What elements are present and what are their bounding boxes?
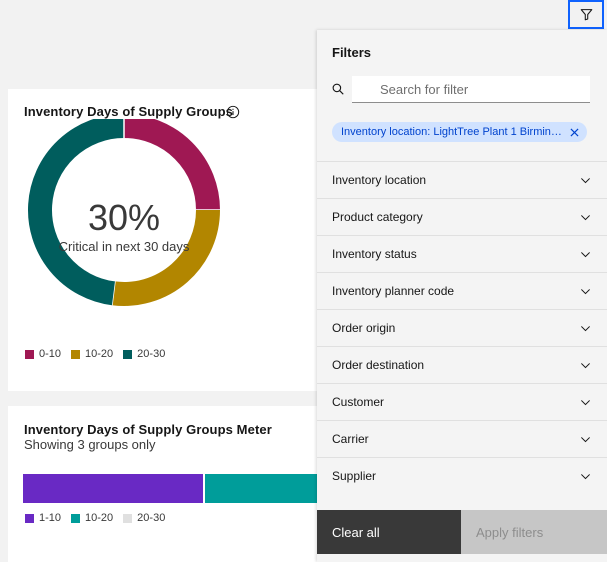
meter-segment [23, 474, 203, 503]
filter-category-label: Inventory status [332, 247, 417, 261]
filter-category-label: Product category [332, 210, 423, 224]
filter-category-label: Order destination [332, 358, 425, 372]
filter-category-row[interactable]: Order destination [317, 346, 607, 383]
filter-category-label: Customer [332, 395, 385, 409]
active-filter-tag-label: Inventory location: LightTree Plant 1 Bi… [341, 126, 563, 138]
legend-label: 10-20 [85, 348, 114, 360]
filters-panel-title: Filters [332, 45, 372, 60]
donut-card-title: Inventory Days of Supply Groups [24, 104, 233, 119]
donut-center: 30% Critical in next 30 days [54, 197, 194, 254]
chevron-down-icon [581, 177, 590, 183]
legend-item: 20-30 [123, 512, 165, 524]
filter-search [332, 76, 592, 104]
filter-category-row[interactable]: Product category [317, 198, 607, 235]
filter-category-row[interactable]: Carrier [317, 420, 607, 457]
legend-swatch [71, 349, 81, 359]
active-filter-tag: Inventory location: LightTree Plant 1 Bi… [332, 122, 587, 142]
filter-category-row[interactable]: Order origin [317, 309, 607, 346]
legend-swatch [71, 513, 81, 523]
donut-center-value: 30% [87, 197, 161, 238]
filter-category-row[interactable]: Supplier [317, 457, 607, 494]
legend-swatch [25, 513, 34, 523]
chevron-down-icon [581, 362, 590, 368]
info-icon[interactable] [226, 105, 240, 119]
legend-swatch [123, 513, 133, 523]
legend-item: 1-10 [25, 512, 61, 524]
legend-swatch [25, 349, 34, 359]
donut-card: Inventory Days of Supply Groups 30% Crit… [8, 89, 317, 391]
legend-item: 10-20 [71, 348, 113, 360]
filter-category-list: Inventory location Product category Invent… [317, 161, 607, 494]
meter-segment [205, 474, 317, 503]
apply-filters-button[interactable]: Apply filters [461, 510, 607, 554]
meter-legend: 1-10 10-20 20-30 [25, 512, 175, 524]
filter-toggle-button[interactable] [568, 0, 604, 29]
filter-category-label: Order origin [332, 321, 396, 335]
chevron-down-icon [581, 214, 590, 220]
filter-category-row[interactable]: Inventory status [317, 235, 607, 272]
chevron-down-icon [581, 251, 590, 257]
filters-panel: Filters Inventory location: LightTree Pl… [317, 30, 607, 562]
filter-category-label: Carrier [332, 432, 369, 446]
chevron-down-icon [581, 325, 590, 331]
legend-label: 20-30 [137, 348, 166, 360]
legend-label: 10-20 [85, 512, 114, 524]
filter-search-input[interactable] [352, 76, 590, 103]
search-icon [332, 83, 344, 95]
meter-bar [23, 474, 317, 503]
legend-item: 10-20 [71, 512, 113, 524]
donut-center-label: Critical in next 30 days [58, 239, 190, 254]
tag-close-icon[interactable] [567, 125, 581, 139]
meter-card: Inventory Days of Supply Groups Meter Sh… [8, 406, 317, 562]
filter-category-row[interactable]: Inventory location [317, 161, 607, 198]
chevron-down-icon [581, 288, 590, 294]
filter-category-row[interactable]: Inventory planner code [317, 272, 607, 309]
filter-category-label: Inventory planner code [332, 284, 455, 298]
filter-category-label: Inventory location [332, 173, 427, 187]
meter-card-title: Inventory Days of Supply Groups Meter [24, 422, 272, 437]
chevron-down-icon [581, 473, 590, 479]
chevron-down-icon [581, 436, 590, 442]
meter-card-subtitle: Showing 3 groups only [24, 437, 156, 452]
filter-icon [580, 9, 592, 21]
legend-label: 1-10 [39, 512, 62, 524]
legend-label: 20-30 [137, 512, 166, 524]
chevron-down-icon [581, 399, 590, 405]
clear-all-button[interactable]: Clear all [317, 510, 461, 554]
legend-item: 0-10 [25, 348, 61, 360]
filter-category-row[interactable]: Customer [317, 383, 607, 420]
filters-panel-footer: Clear all Apply filters [317, 510, 607, 554]
legend-swatch [123, 349, 133, 359]
donut-legend: 0-10 10-20 20-30 [25, 348, 175, 360]
legend-label: 0-10 [39, 348, 62, 360]
filter-category-label: Supplier [332, 469, 377, 483]
legend-item: 20-30 [123, 348, 165, 360]
